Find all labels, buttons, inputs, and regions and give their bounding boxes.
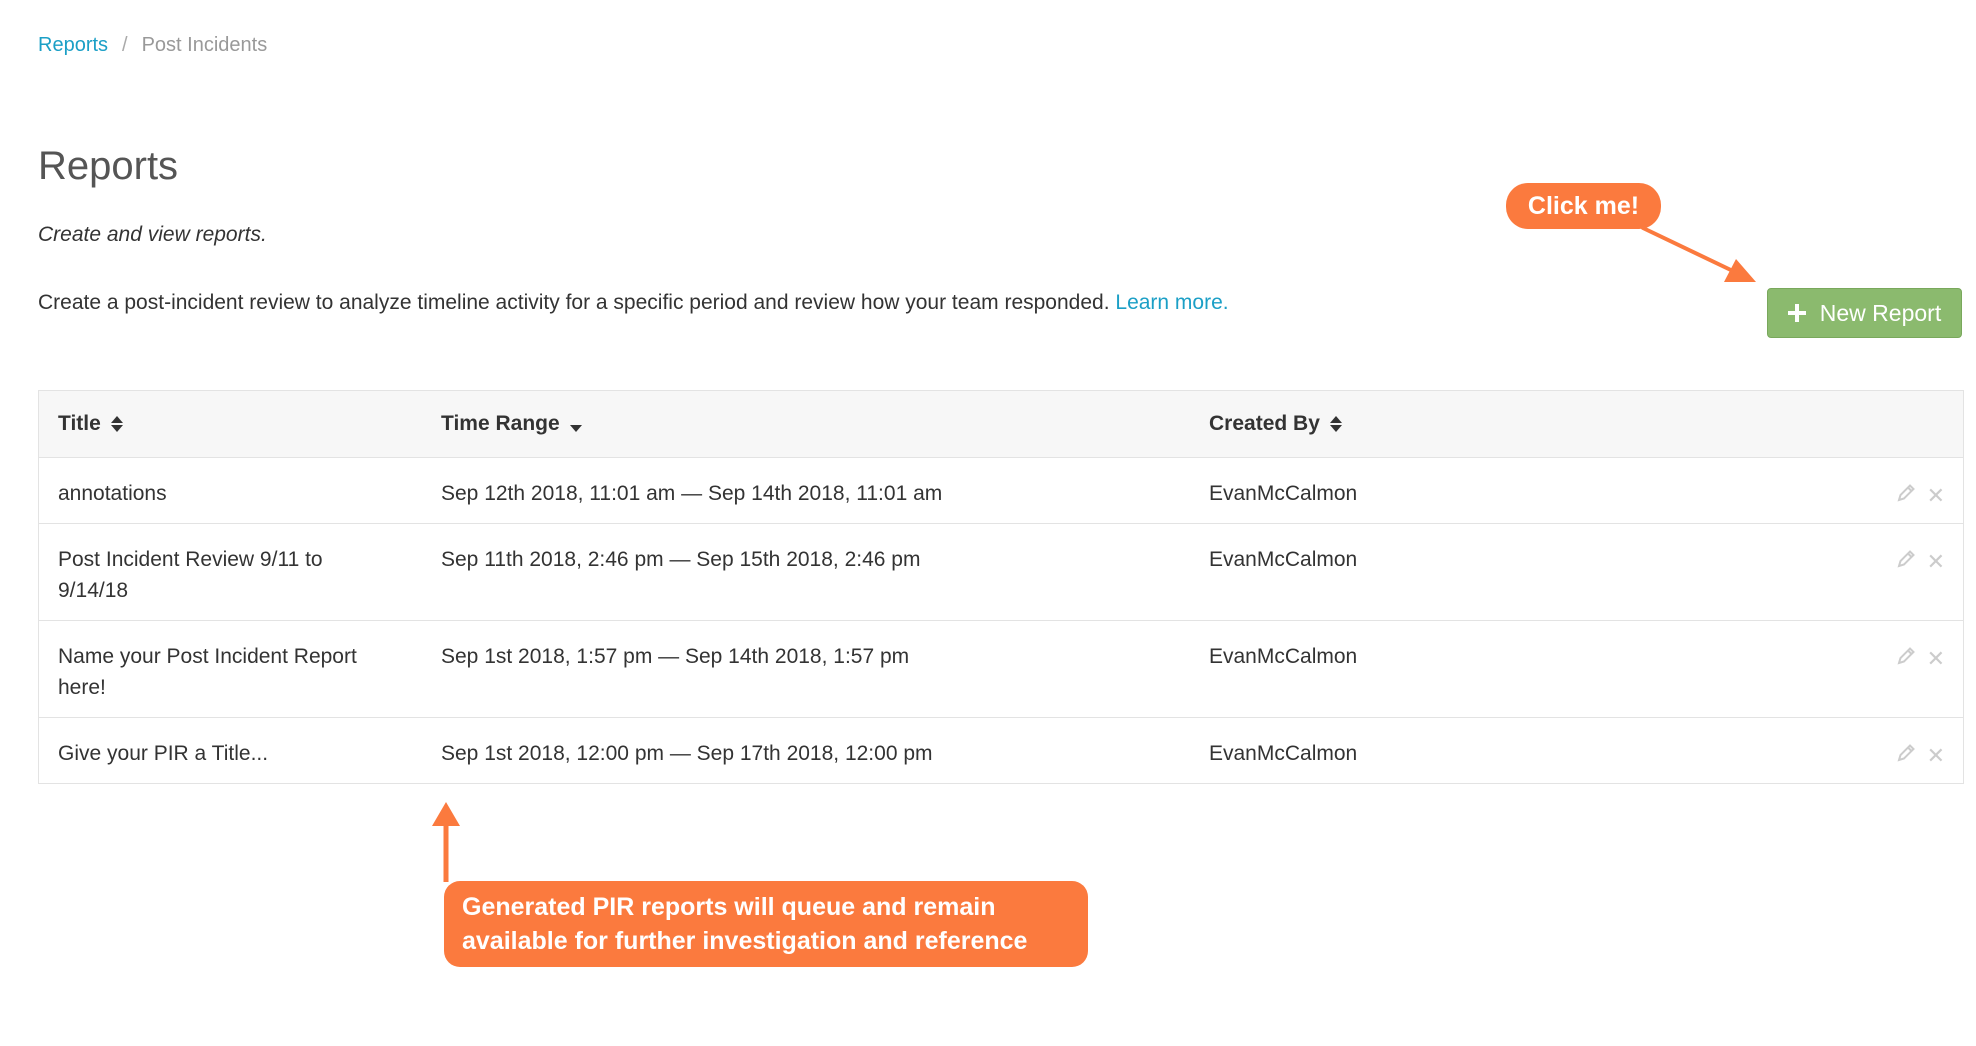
click-me-callout: Click me!: [1506, 183, 1661, 229]
pir-queue-callout: Generated PIR reports will queue and rem…: [444, 881, 1088, 967]
arrow-to-new-report: [1641, 226, 1756, 282]
arrow-to-time-range: [432, 802, 460, 882]
